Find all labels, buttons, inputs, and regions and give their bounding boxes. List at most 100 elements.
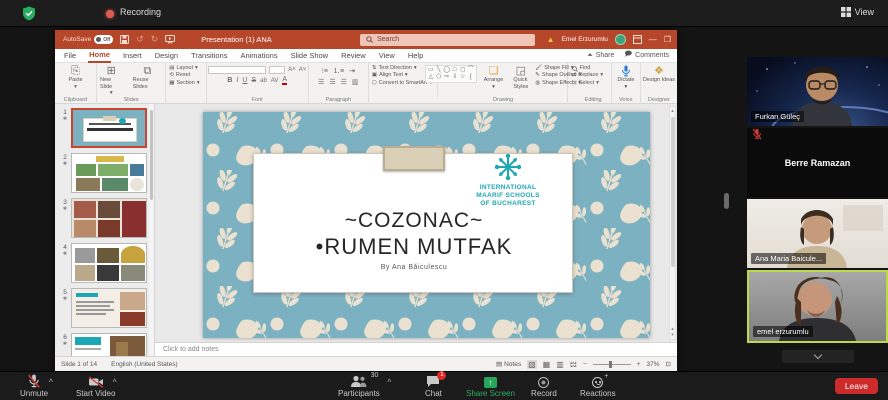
slide-sorter-view-icon[interactable]: ▦ xyxy=(543,360,551,369)
tab-home[interactable]: Home xyxy=(88,48,111,63)
scrollbar-thumb[interactable] xyxy=(671,117,675,267)
autosave-pill[interactable]: Off xyxy=(94,35,113,44)
font-size-box[interactable] xyxy=(269,66,285,74)
current-slide[interactable]: INTERNATIONAL MAARIF SCHOOLS OF BUCHARES… xyxy=(203,112,650,338)
char-spacing-icon[interactable]: AV xyxy=(271,78,279,84)
shadow-icon[interactable]: ab xyxy=(260,78,267,84)
arrange-button[interactable]: ❏ Arrange▾ xyxy=(481,65,507,90)
record-button[interactable]: Record xyxy=(531,374,557,398)
select-button[interactable]: ⬚Select ▾ xyxy=(572,80,599,87)
paste-button[interactable]: ⎘ Paste▾ xyxy=(65,65,85,90)
tab-review[interactable]: Review xyxy=(340,49,367,62)
zoom-slider[interactable] xyxy=(593,364,631,365)
indent-icon[interactable]: ⇥ xyxy=(349,67,355,75)
title-card[interactable]: INTERNATIONAL MAARIF SCHOOLS OF BUCHARES… xyxy=(253,153,573,293)
video-tile-berre[interactable]: Berre Ramazan xyxy=(747,128,888,197)
slide-thumbnail-5[interactable] xyxy=(71,288,147,328)
mic-options-caret[interactable]: ^ xyxy=(49,379,53,386)
warning-icon[interactable]: ▲ xyxy=(547,35,555,44)
replace-button[interactable]: ⇄Replace ▾ xyxy=(572,72,604,79)
grow-font-icon[interactable]: A˄ xyxy=(288,67,296,73)
shrink-font-icon[interactable]: A˅ xyxy=(299,67,307,73)
tab-file[interactable]: File xyxy=(63,49,77,62)
reset-button[interactable]: ⟲Reset xyxy=(169,72,190,79)
bullets-icon[interactable]: ⁝≡ xyxy=(322,67,328,75)
redo-icon[interactable]: ↻ xyxy=(151,35,159,44)
next-slide-icon[interactable]: ▾ xyxy=(670,332,675,338)
tab-help[interactable]: Help xyxy=(407,49,424,62)
unmute-button[interactable]: ^ Unmute xyxy=(20,374,48,398)
new-slide-button[interactable]: ⊞ New Slide▾ xyxy=(97,65,126,97)
notes-pane[interactable]: Click to add notes xyxy=(155,342,677,356)
restore-button[interactable]: ❐ xyxy=(664,36,671,44)
tab-view[interactable]: View xyxy=(378,49,396,62)
align-text-button[interactable]: ▣Align Text▾ xyxy=(372,72,408,79)
zoom-in-icon[interactable]: + xyxy=(637,361,641,368)
tab-slide-show[interactable]: Slide Show xyxy=(290,49,330,62)
share-screen-button[interactable]: ↑ Share Screen xyxy=(466,374,515,398)
zoom-out-icon[interactable]: − xyxy=(583,361,587,368)
reuse-slides-button[interactable]: ⧉ Reuse Slides xyxy=(130,65,166,97)
ppt-search-box[interactable]: Search xyxy=(360,34,535,46)
panel-resize-handle[interactable] xyxy=(724,193,729,209)
start-video-button[interactable]: ^ Start Video xyxy=(76,374,115,398)
zoom-percentage[interactable]: 37% xyxy=(647,361,660,368)
autosave-toggle[interactable]: AutoSave Off xyxy=(63,35,113,44)
align-center-icon[interactable]: ☰ xyxy=(329,78,335,86)
reading-view-icon[interactable]: ▥ xyxy=(556,360,564,369)
slide-thumbnail-1-selected[interactable] xyxy=(71,108,147,148)
tab-animations[interactable]: Animations xyxy=(239,49,278,62)
save-icon[interactable] xyxy=(120,35,129,44)
shapes-gallery[interactable]: ▭╲◯□◻⌒ △⬠⇨⇩☆{ xyxy=(425,65,477,83)
font-color-icon[interactable]: A xyxy=(282,76,287,85)
share-button[interactable]: ⏶Share xyxy=(587,52,614,60)
slide-thumbnail-4[interactable] xyxy=(71,243,147,283)
convert-smartart-button[interactable]: ⬡Convert to SmartArt▾ xyxy=(372,80,432,87)
zoom-slider-knob[interactable] xyxy=(609,361,612,368)
tab-transitions[interactable]: Transitions xyxy=(190,49,228,62)
video-options-caret[interactable]: ^ xyxy=(113,379,117,386)
align-left-icon[interactable]: ☰ xyxy=(318,78,324,86)
participants-button[interactable]: 30 ^ Participants xyxy=(338,374,380,398)
scroll-up-icon[interactable]: ▴ xyxy=(670,107,675,115)
video-tile-ana[interactable]: Ana Maria Baicule... xyxy=(747,199,888,268)
strikethrough-icon[interactable]: S xyxy=(251,77,256,84)
ribbon-display-options-icon[interactable] xyxy=(633,35,642,44)
account-user-name[interactable]: Emel Erzurumlu xyxy=(562,36,608,43)
view-button[interactable]: View xyxy=(835,4,880,20)
numbering-icon[interactable]: ⒈≡ xyxy=(333,66,344,76)
slide-thumbnail-3[interactable] xyxy=(71,198,147,238)
collapse-panel-button[interactable] xyxy=(782,350,854,363)
thumbnail-scrollbar[interactable] xyxy=(149,104,154,356)
quick-styles-button[interactable]: ◲ Quick Styles xyxy=(510,65,531,90)
notes-toggle-button[interactable]: ▤Notes xyxy=(496,360,521,368)
design-ideas-button[interactable]: ❖ Design Ideas xyxy=(639,65,679,84)
underline-icon[interactable]: U xyxy=(242,77,247,84)
slide-thumbnail-2[interactable] xyxy=(71,153,147,193)
section-button[interactable]: ▦Section▾ xyxy=(169,80,199,87)
tab-insert[interactable]: Insert xyxy=(122,49,143,62)
reactions-button[interactable]: + Reactions xyxy=(580,374,616,398)
font-name-box[interactable] xyxy=(208,66,266,74)
normal-view-icon[interactable]: ▧ xyxy=(527,360,537,369)
align-right-icon[interactable]: ☰ xyxy=(341,78,347,86)
layout-button[interactable]: ▤Layout▾ xyxy=(169,65,197,72)
undo-icon[interactable]: ↺ xyxy=(136,35,144,44)
bold-icon[interactable]: B xyxy=(227,77,232,84)
text-direction-button[interactable]: ⇅Text Direction▾ xyxy=(372,65,417,72)
columns-icon[interactable]: ▥ xyxy=(352,78,359,86)
start-presentation-icon[interactable] xyxy=(165,35,175,44)
tab-design[interactable]: Design xyxy=(154,49,179,62)
canvas-vertical-scrollbar[interactable]: ▴ ▴ ▾ xyxy=(669,106,676,340)
slide-thumbnail-6[interactable] xyxy=(71,333,147,356)
document-title[interactable]: Presentation (1) ANA xyxy=(201,35,271,44)
user-avatar[interactable] xyxy=(615,34,626,45)
comments-button[interactable]: 🗩Comments xyxy=(624,50,669,61)
video-tile-furkan[interactable]: Furkan Güleç xyxy=(747,57,888,126)
minimize-button[interactable]: — xyxy=(649,36,657,44)
fit-to-window-icon[interactable]: ⊡ xyxy=(666,360,671,368)
dictate-button[interactable]: Dictate▾ xyxy=(614,65,637,90)
slideshow-view-icon[interactable]: 𝍌 xyxy=(570,360,577,369)
chat-button[interactable]: 1 Chat xyxy=(425,374,442,398)
italic-icon[interactable]: I xyxy=(236,77,238,84)
